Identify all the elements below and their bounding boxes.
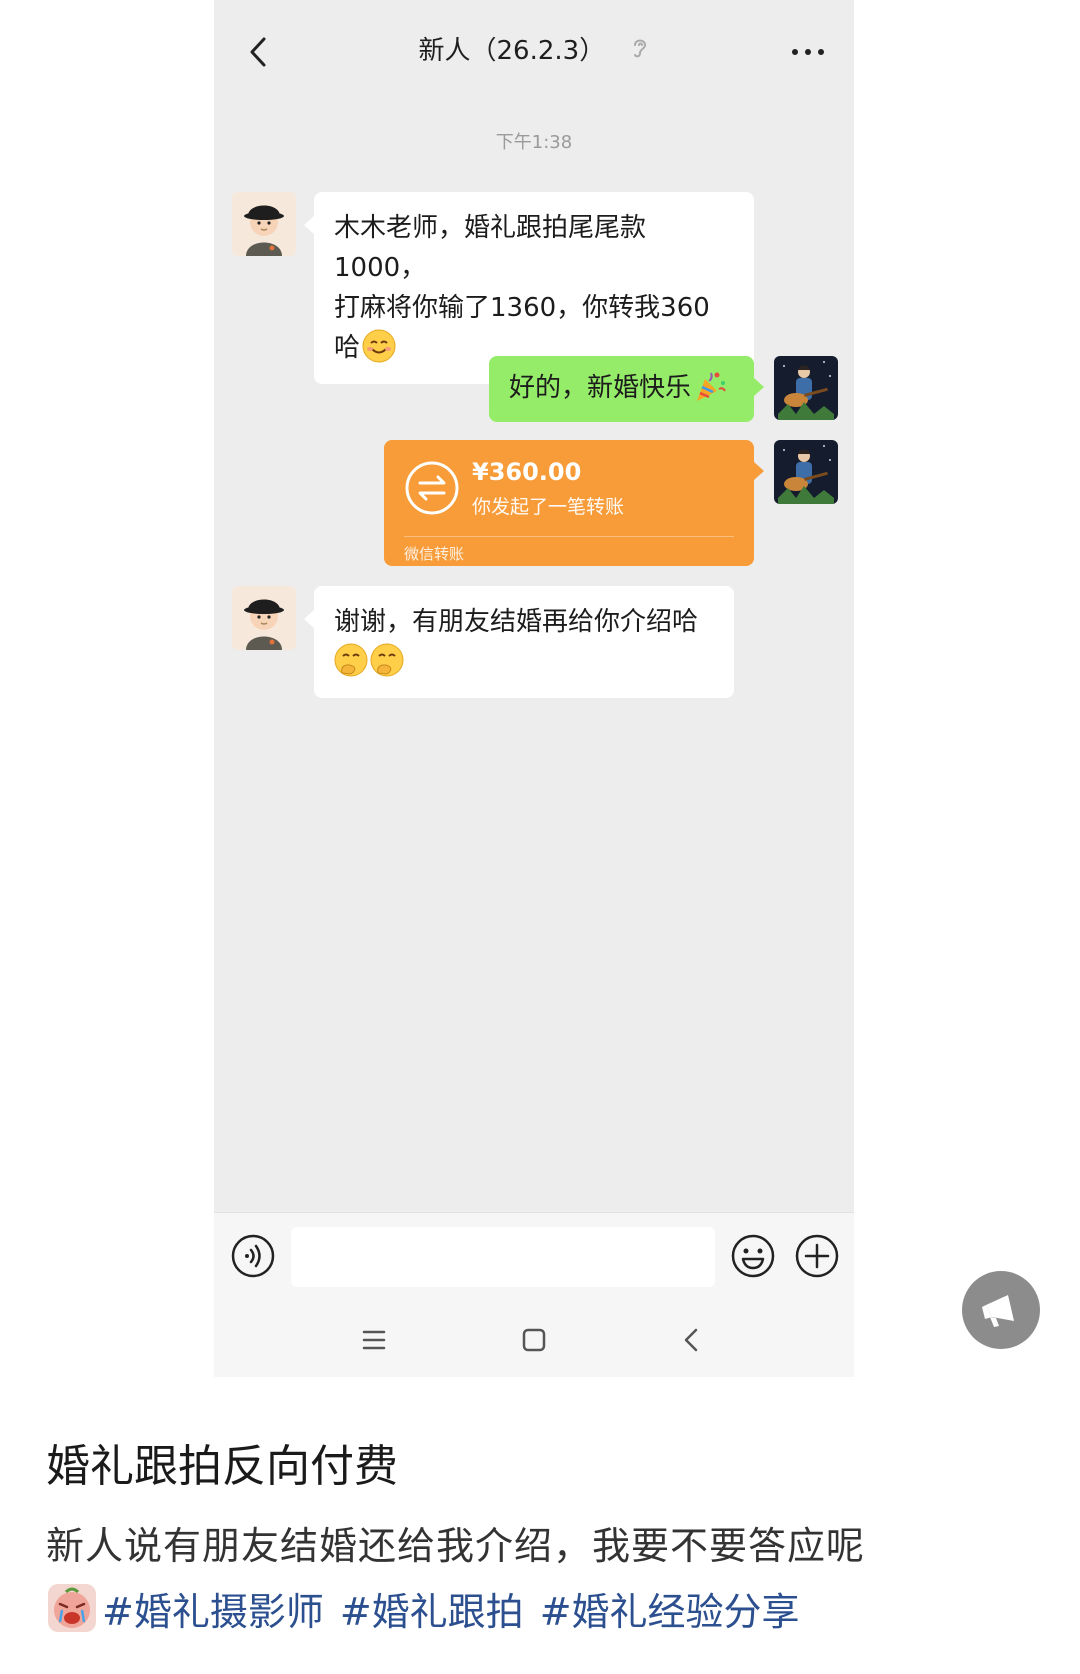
party-popper-emoji-icon: [697, 372, 726, 401]
smiling-blush-emoji-icon: [362, 329, 396, 363]
message-text-line: 谢谢，有朋友结婚再给你介绍哈: [334, 607, 699, 637]
emoji-row: [334, 642, 714, 682]
emoji-button[interactable]: [730, 1233, 776, 1279]
my-avatar[interactable]: [774, 356, 838, 420]
chat-screenshot: 新人（26.2.3） 下午1:38 木木老师，婚礼跟拍尾尾款1000， 打麻将你…: [214, 0, 854, 1377]
plus-circle-icon: [795, 1234, 839, 1278]
contact-avatar[interactable]: [232, 192, 296, 256]
message-timestamp: 下午1:38: [495, 132, 573, 153]
megaphone-icon: [982, 1295, 1014, 1327]
transfer-footer: 微信转账: [404, 545, 465, 563]
hand-over-mouth-emoji-icon: [370, 643, 404, 677]
voice-icon: [231, 1234, 275, 1278]
voice-input-button[interactable]: [230, 1233, 276, 1279]
floating-megaphone-button[interactable]: [962, 1271, 1040, 1349]
chat-title-wrap: 新人（26.2.3）: [214, 30, 854, 67]
post-body: 新人说有朋友结婚还给我介绍，我要不要答应呢: [46, 1524, 866, 1568]
system-nav-bar: [214, 1300, 854, 1377]
post-title: 婚礼跟拍反向付费: [46, 1441, 398, 1492]
crying-sticker-icon: [48, 1584, 96, 1632]
hand-over-mouth-emoji-icon: [334, 643, 368, 677]
transfer-card[interactable]: ¥360.00 你发起了一笔转账 微信转账: [384, 440, 764, 566]
message-input[interactable]: [291, 1227, 715, 1287]
more-functions-button[interactable]: [794, 1233, 840, 1279]
hashtag-link[interactable]: #婚礼摄影师: [102, 1581, 324, 1636]
ellipsis-icon: [792, 49, 824, 55]
chevron-left-icon: [684, 1328, 698, 1352]
message-text: 好的，新婚快乐: [509, 373, 692, 403]
square-home-icon: [522, 1328, 546, 1352]
message-text: 哈: [334, 333, 361, 363]
chat-title: 新人（26.2.3）: [418, 36, 606, 66]
received-message-bubble[interactable]: 谢谢，有朋友结婚再给你介绍哈: [304, 586, 734, 698]
transfer-arrows-icon: [405, 461, 459, 515]
chat-header: 新人（26.2.3）: [214, 0, 854, 104]
transfer-note: 你发起了一笔转账: [472, 496, 625, 518]
message-text-line: 木木老师，婚礼跟拍尾尾款1000，: [334, 213, 647, 283]
ear-icon: [631, 36, 649, 67]
sent-message-bubble[interactable]: 好的，新婚快乐: [489, 356, 764, 422]
hashtag-link[interactable]: #婚礼跟拍: [340, 1581, 524, 1636]
smiley-icon: [731, 1234, 775, 1278]
more-options-button[interactable]: [788, 34, 828, 70]
nav-home-button[interactable]: [516, 1322, 552, 1358]
contact-avatar[interactable]: [232, 586, 296, 650]
nav-back-button[interactable]: [674, 1322, 710, 1358]
message-text-line: 打麻将你输了1360，你转我360: [334, 293, 710, 323]
hashtag-link[interactable]: #婚礼经验分享: [540, 1581, 800, 1636]
transfer-divider: [404, 536, 734, 537]
post-tags: #婚礼摄影师 #婚礼跟拍 #婚礼经验分享: [46, 1580, 816, 1636]
transfer-amount: ¥360.00: [472, 458, 582, 486]
chat-input-bar: [214, 1212, 854, 1301]
nav-menu-button[interactable]: [356, 1322, 392, 1358]
menu-lines-icon: [362, 1330, 386, 1350]
my-avatar[interactable]: [774, 440, 838, 504]
